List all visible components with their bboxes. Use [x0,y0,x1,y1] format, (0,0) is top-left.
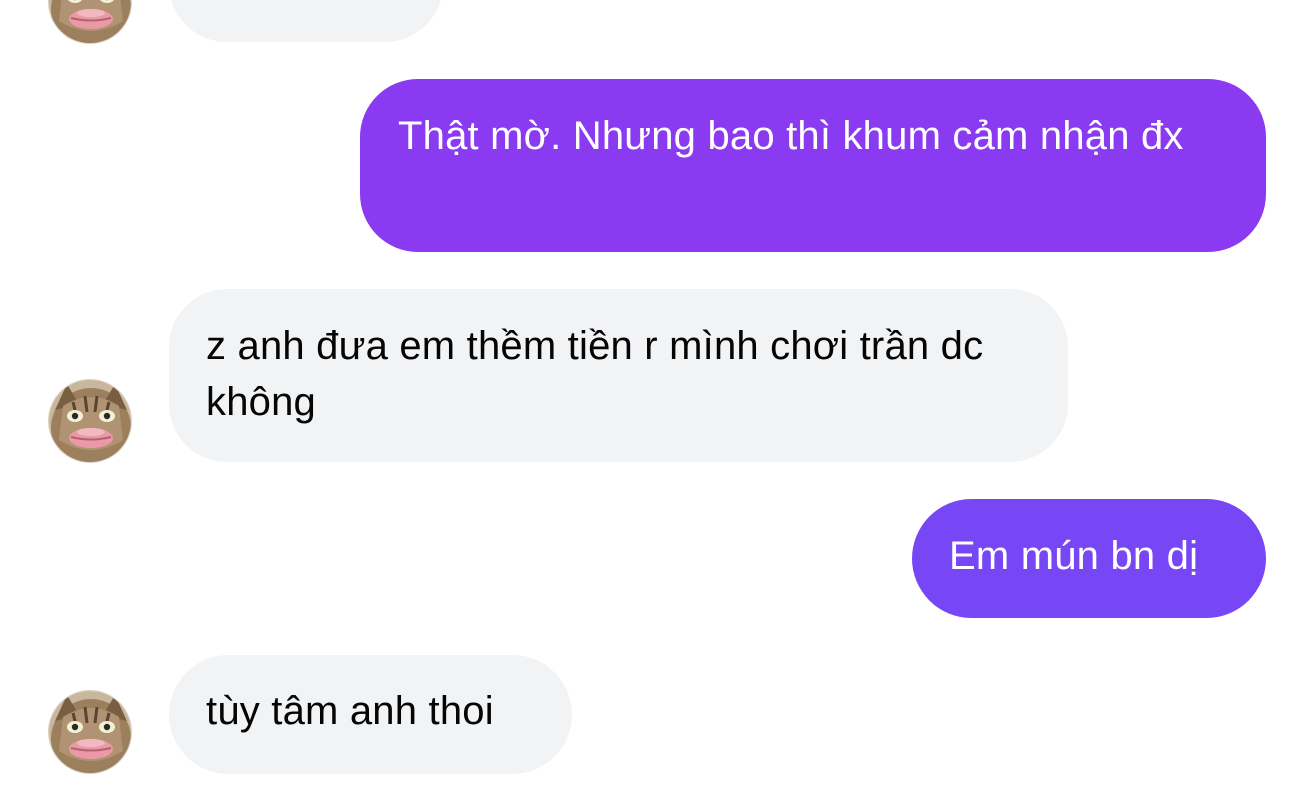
incoming-message-bubble[interactable]: tùy tâm anh thoi [169,655,572,774]
chat-thread: Thật mờ. Nhưng bao thì khum cảm nhận đx … [0,0,1290,785]
cat-face-icon [49,691,132,774]
contact-avatar[interactable] [48,379,132,463]
incoming-message-bubble[interactable] [169,0,443,42]
cat-face-icon [49,0,132,44]
cat-face-icon [49,380,132,463]
outgoing-message-bubble[interactable]: Thật mờ. Nhưng bao thì khum cảm nhận đx [360,79,1266,252]
contact-avatar[interactable] [48,0,132,44]
outgoing-message-bubble[interactable]: Em mún bn dị [912,499,1266,618]
contact-avatar[interactable] [48,690,132,774]
message-text: Em mún bn dị [949,534,1199,578]
incoming-message-bubble[interactable]: z anh đưa em thềm tiền r mình chơi trần … [169,289,1068,462]
message-text: Thật mờ. Nhưng bao thì khum cảm nhận đx [398,114,1184,158]
message-text: z anh đưa em thềm tiền r mình chơi trần … [206,324,984,424]
message-text: tùy tâm anh thoi [206,689,494,733]
